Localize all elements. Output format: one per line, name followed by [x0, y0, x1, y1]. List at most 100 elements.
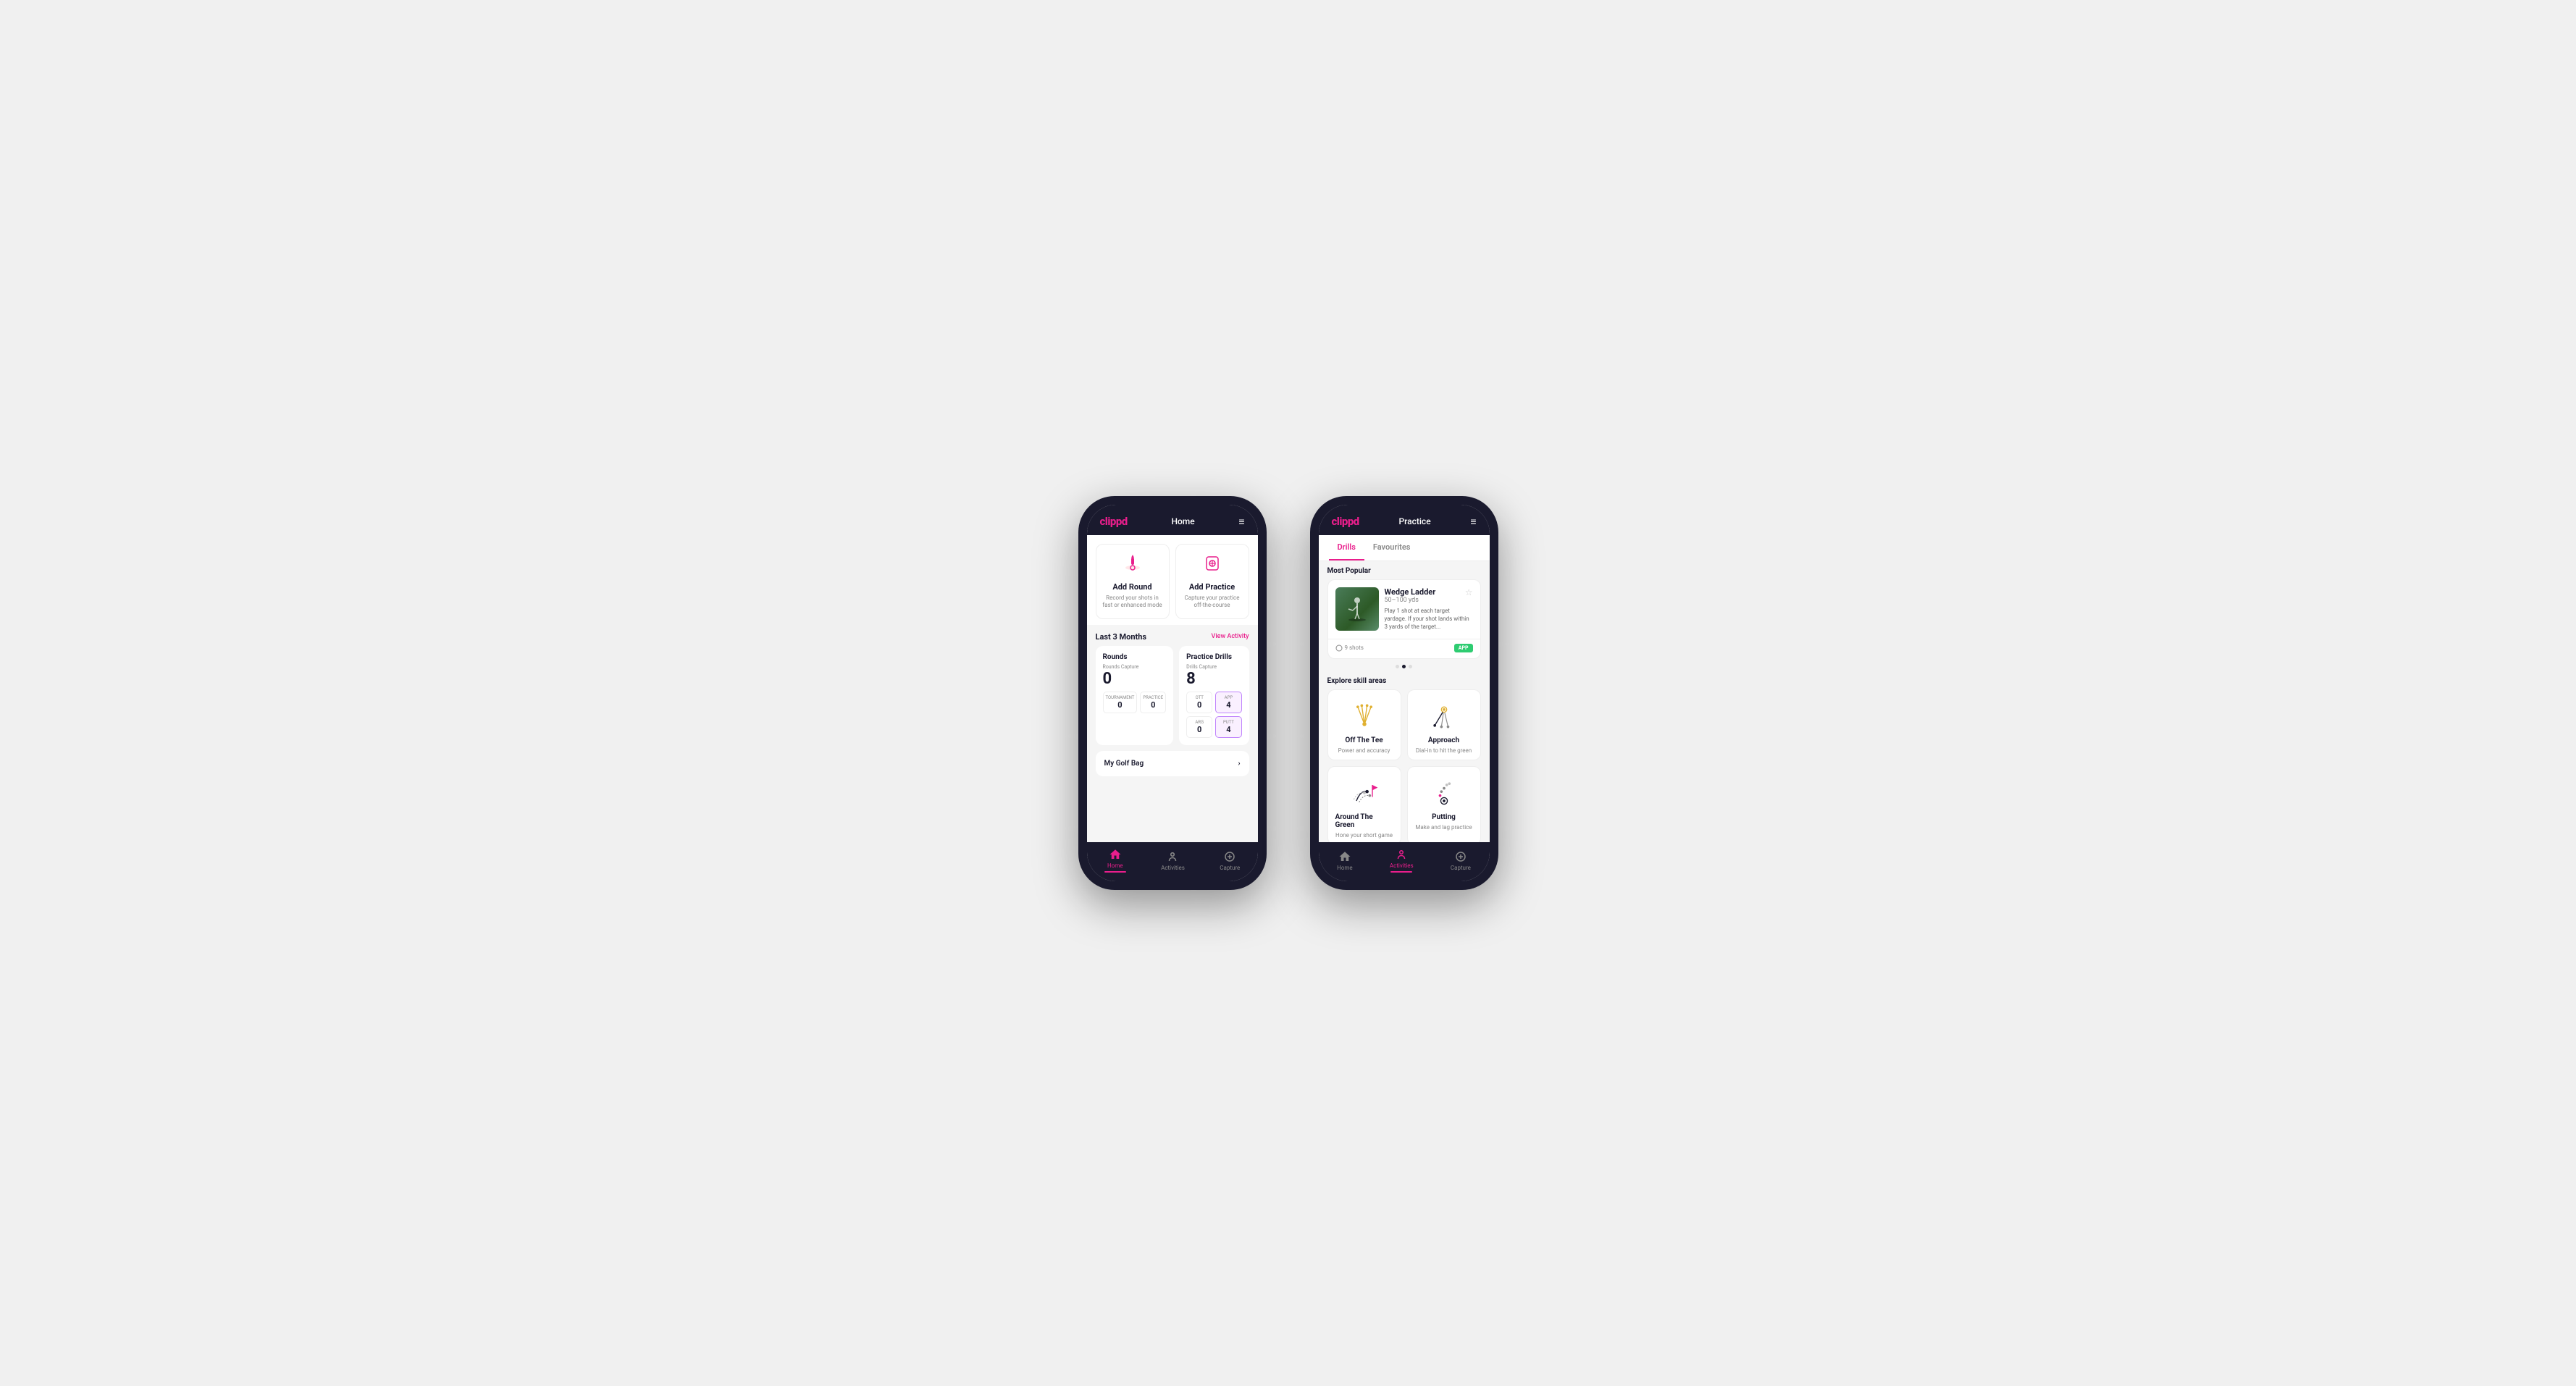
- dot-2: [1402, 665, 1406, 668]
- drills-sub-row1: OTT 0 APP 4: [1186, 692, 1241, 713]
- skill-approach[interactable]: Approach Dial-in to hit the green: [1407, 689, 1481, 760]
- featured-card-inner: Wedge Ladder 50–100 yds ☆ Play 1 shot at…: [1328, 580, 1480, 639]
- most-popular-label: Most Popular: [1319, 561, 1490, 579]
- favourite-star-icon[interactable]: ☆: [1465, 587, 1473, 597]
- last3months-title: Last 3 Months: [1096, 632, 1147, 642]
- add-round-icon: [1123, 553, 1143, 578]
- tournament-label: Tournament: [1106, 695, 1135, 700]
- nav-activities[interactable]: Activities: [1161, 850, 1185, 871]
- arg-box: ARG 0: [1186, 716, 1212, 738]
- drill-app-badge: APP: [1454, 644, 1473, 652]
- drills-sub-row2: ARG 0 PUTT 4: [1186, 716, 1241, 738]
- golf-bag-label: My Golf Bag: [1104, 760, 1144, 768]
- skill-putting[interactable]: Putting Make and lag practice: [1407, 766, 1481, 842]
- shots-count-label: 9 shots: [1335, 644, 1364, 652]
- approach-desc: Dial-in to hit the green: [1416, 747, 1472, 754]
- practice-label: Practice: [1143, 695, 1163, 700]
- phone-practice: clippd Practice ≡ Drills Favourites Most…: [1310, 496, 1498, 890]
- practice-bottom-nav: Home Activities Capture: [1319, 842, 1490, 881]
- putting-name: Putting: [1432, 813, 1456, 821]
- featured-drill-title: Wedge Ladder: [1385, 587, 1436, 597]
- practice-nav-home[interactable]: Home: [1337, 850, 1353, 871]
- putt-value: 4: [1218, 725, 1238, 734]
- rounds-capture-value: 0: [1103, 671, 1167, 687]
- practice-box: Practice 0: [1140, 692, 1166, 713]
- practice-nav-activities[interactable]: Activities: [1390, 848, 1414, 873]
- off-the-tee-name: Off The Tee: [1345, 736, 1383, 744]
- practice-nav-activities-label: Activities: [1390, 862, 1414, 869]
- featured-drill-image: [1335, 587, 1379, 631]
- ott-label: OTT: [1189, 695, 1209, 700]
- skill-grid: Off The Tee Power and accuracy: [1319, 689, 1490, 842]
- tab-favourites[interactable]: Favourites: [1364, 535, 1419, 560]
- arg-label: ARG: [1189, 720, 1209, 725]
- nav-activities-label: Activities: [1161, 865, 1185, 871]
- nav-home-label: Home: [1107, 862, 1123, 869]
- off-the-tee-desc: Power and accuracy: [1338, 747, 1390, 754]
- home-bottom-nav: Home Activities Capture: [1087, 842, 1258, 881]
- featured-drill-subtitle: 50–100 yds: [1385, 597, 1436, 604]
- practice-logo: clippd: [1332, 515, 1359, 528]
- drills-title: Practice Drills: [1186, 653, 1241, 661]
- app-box: APP 4: [1215, 692, 1241, 713]
- add-practice-icon: [1202, 553, 1222, 578]
- featured-card-footer: 9 shots APP: [1328, 639, 1480, 658]
- explore-label: Explore skill areas: [1319, 674, 1490, 689]
- practice-nav-capture[interactable]: Capture: [1451, 850, 1471, 871]
- rounds-card: Rounds Rounds Capture 0 Tournament 0 Pra…: [1096, 646, 1174, 745]
- skill-around-the-green[interactable]: Around The Green Hone your short game: [1327, 766, 1401, 842]
- ott-box: OTT 0: [1186, 692, 1212, 713]
- featured-drill-info: Wedge Ladder 50–100 yds ☆ Play 1 shot at…: [1385, 587, 1473, 631]
- phone-home: clippd Home ≡ Add Round: [1078, 496, 1267, 890]
- around-the-green-name: Around The Green: [1335, 813, 1393, 829]
- drills-capture-value: 8: [1186, 671, 1241, 687]
- last3months-header: Last 3 Months View Activity: [1087, 625, 1258, 646]
- nav-home[interactable]: Home: [1104, 848, 1126, 873]
- featured-drill-card[interactable]: Wedge Ladder 50–100 yds ☆ Play 1 shot at…: [1327, 579, 1481, 659]
- golf-bag-row[interactable]: My Golf Bag ›: [1096, 751, 1249, 776]
- add-round-card[interactable]: Add Round Record your shots in fast or e…: [1096, 544, 1170, 619]
- view-activity-link[interactable]: View Activity: [1212, 633, 1249, 640]
- putting-icon: [1427, 776, 1461, 810]
- golf-bag-arrow: ›: [1238, 760, 1240, 768]
- rounds-capture-label: Rounds Capture: [1103, 664, 1167, 670]
- add-practice-subtitle: Capture your practice off-the-course: [1182, 595, 1243, 610]
- practice-nav-capture-label: Capture: [1451, 865, 1471, 871]
- practice-title: Practice: [1398, 516, 1430, 526]
- nav-capture[interactable]: Capture: [1220, 850, 1240, 871]
- dot-1: [1396, 665, 1399, 668]
- practice-menu-icon[interactable]: ≡: [1470, 516, 1476, 528]
- add-round-subtitle: Record your shots in fast or enhanced mo…: [1102, 595, 1163, 610]
- drills-capture-label: Drills Capture: [1186, 664, 1241, 670]
- add-practice-title: Add Practice: [1189, 582, 1235, 592]
- around-the-green-desc: Hone your short game: [1335, 832, 1393, 839]
- off-the-tee-icon: [1347, 699, 1382, 734]
- home-header: clippd Home ≡: [1087, 505, 1258, 535]
- approach-name: Approach: [1428, 736, 1459, 744]
- home-title: Home: [1171, 516, 1194, 526]
- app-value: 4: [1218, 700, 1238, 710]
- approach-icon: [1427, 699, 1461, 734]
- rounds-sub-stats: Tournament 0 Practice 0: [1103, 692, 1167, 713]
- practice-value: 0: [1143, 700, 1163, 710]
- rounds-title: Rounds: [1103, 653, 1167, 661]
- add-practice-card[interactable]: Add Practice Capture your practice off-t…: [1175, 544, 1249, 619]
- tournament-box: Tournament 0: [1103, 692, 1138, 713]
- around-the-green-icon: [1347, 776, 1382, 810]
- practice-nav-home-label: Home: [1337, 865, 1353, 871]
- tab-drills[interactable]: Drills: [1329, 535, 1364, 560]
- putt-label: PUTT: [1218, 720, 1238, 725]
- menu-icon[interactable]: ≡: [1238, 516, 1244, 528]
- practice-tabs: Drills Favourites: [1319, 535, 1490, 561]
- carousel-dots: [1319, 665, 1490, 668]
- app-label: APP: [1218, 695, 1238, 700]
- ott-value: 0: [1189, 700, 1209, 710]
- putt-box: PUTT 4: [1215, 716, 1241, 738]
- featured-drill-desc: Play 1 shot at each target yardage. If y…: [1385, 607, 1473, 631]
- tournament-value: 0: [1106, 700, 1135, 710]
- skill-off-the-tee[interactable]: Off The Tee Power and accuracy: [1327, 689, 1401, 760]
- stats-grid: Rounds Rounds Capture 0 Tournament 0 Pra…: [1087, 646, 1258, 751]
- practice-content: Most Popular: [1319, 561, 1490, 842]
- drills-card: Practice Drills Drills Capture 8 OTT 0 A…: [1179, 646, 1249, 745]
- arg-value: 0: [1189, 725, 1209, 734]
